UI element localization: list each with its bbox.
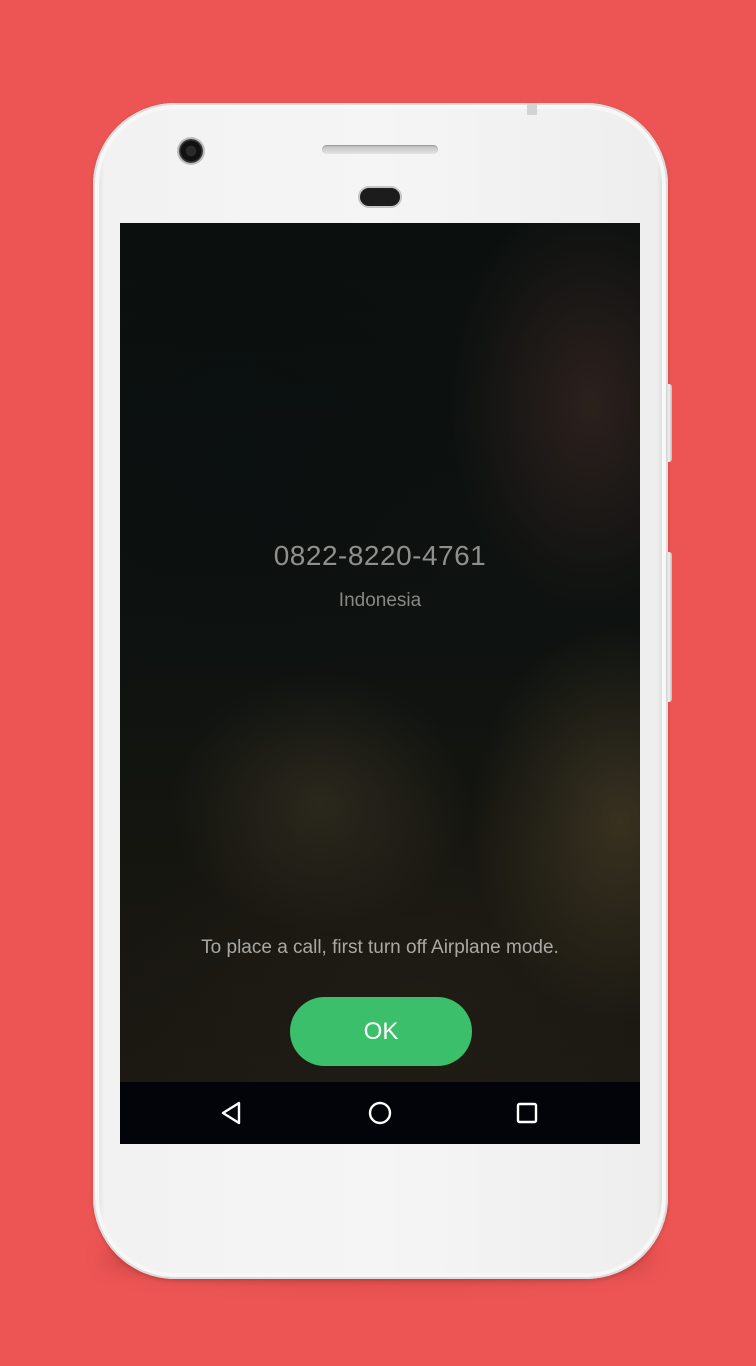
airplane-mode-message: To place a call, first turn off Airplane… <box>201 937 559 958</box>
home-icon[interactable] <box>367 1100 393 1126</box>
dialed-number: 0822-8220-4761 <box>273 540 487 571</box>
ok-button[interactable]: OK <box>290 997 472 1066</box>
volume-button <box>666 552 672 702</box>
proximity-sensor <box>360 188 400 206</box>
power-button <box>666 384 672 462</box>
navigation-bar <box>120 1082 640 1144</box>
earpiece-speaker <box>322 145 438 154</box>
promo-background: 0822-8220-4761 Indonesia To place a call… <box>0 0 756 1366</box>
recents-icon[interactable] <box>514 1100 540 1126</box>
front-camera-icon <box>179 139 203 163</box>
phone-top-button <box>527 103 537 115</box>
number-location: Indonesia <box>338 590 422 611</box>
phone-screen: 0822-8220-4761 Indonesia To place a call… <box>120 223 640 1144</box>
back-icon[interactable] <box>219 1100 245 1126</box>
